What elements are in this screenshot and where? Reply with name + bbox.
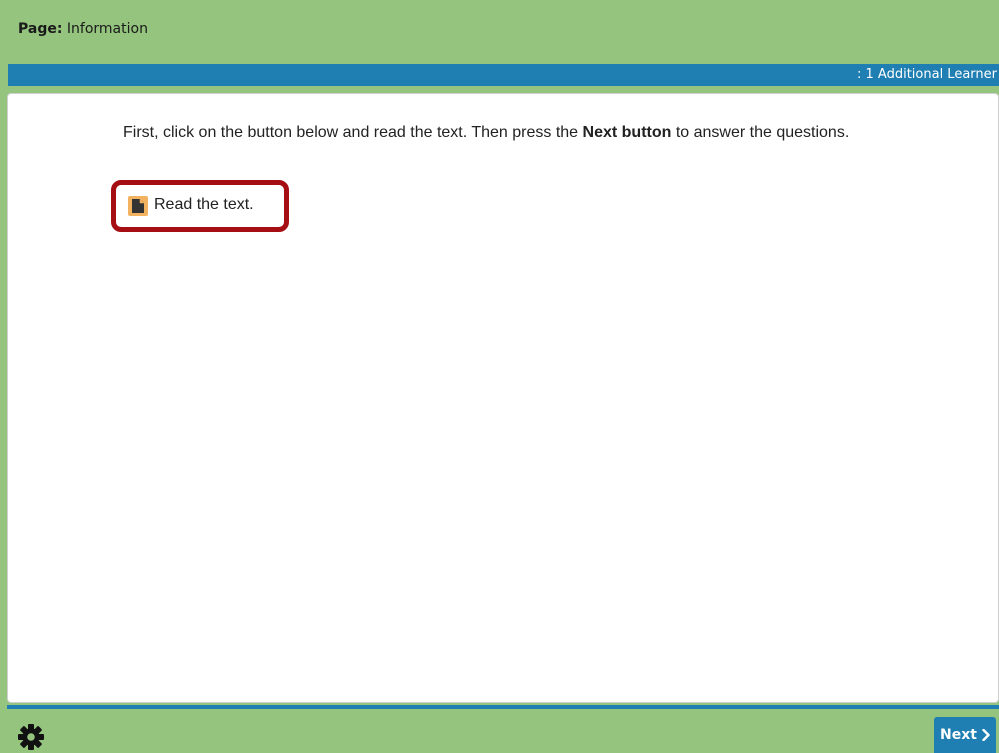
learner-info: : 1 Additional Learner <box>857 67 997 82</box>
instructions-text: First, click on the button below and rea… <box>123 121 913 145</box>
gear-icon[interactable] <box>18 724 44 750</box>
page-name: Information <box>66 21 148 37</box>
info-bar: : 1 Additional Learner <box>8 64 999 86</box>
chevron-right-icon <box>982 729 990 741</box>
footer: Next <box>0 709 999 753</box>
content-panel: First, click on the button below and rea… <box>7 93 999 703</box>
read-text-label: Read the text. <box>154 196 254 213</box>
next-button[interactable]: Next <box>934 717 996 753</box>
read-text-link[interactable]: Read the text. <box>111 180 289 232</box>
instruction-part1: First, click on the button below and rea… <box>123 124 583 141</box>
document-icon <box>128 196 148 216</box>
app-window: Page: Information : 1 Additional Learner… <box>0 0 999 753</box>
instruction-bold: Next button <box>582 124 672 141</box>
instruction-part2: to answer the questions. <box>671 124 850 141</box>
page-title: Page: Information <box>18 21 148 37</box>
next-label: Next <box>940 727 977 743</box>
page-prefix: Page: <box>18 21 63 37</box>
header: Page: Information <box>8 8 999 64</box>
